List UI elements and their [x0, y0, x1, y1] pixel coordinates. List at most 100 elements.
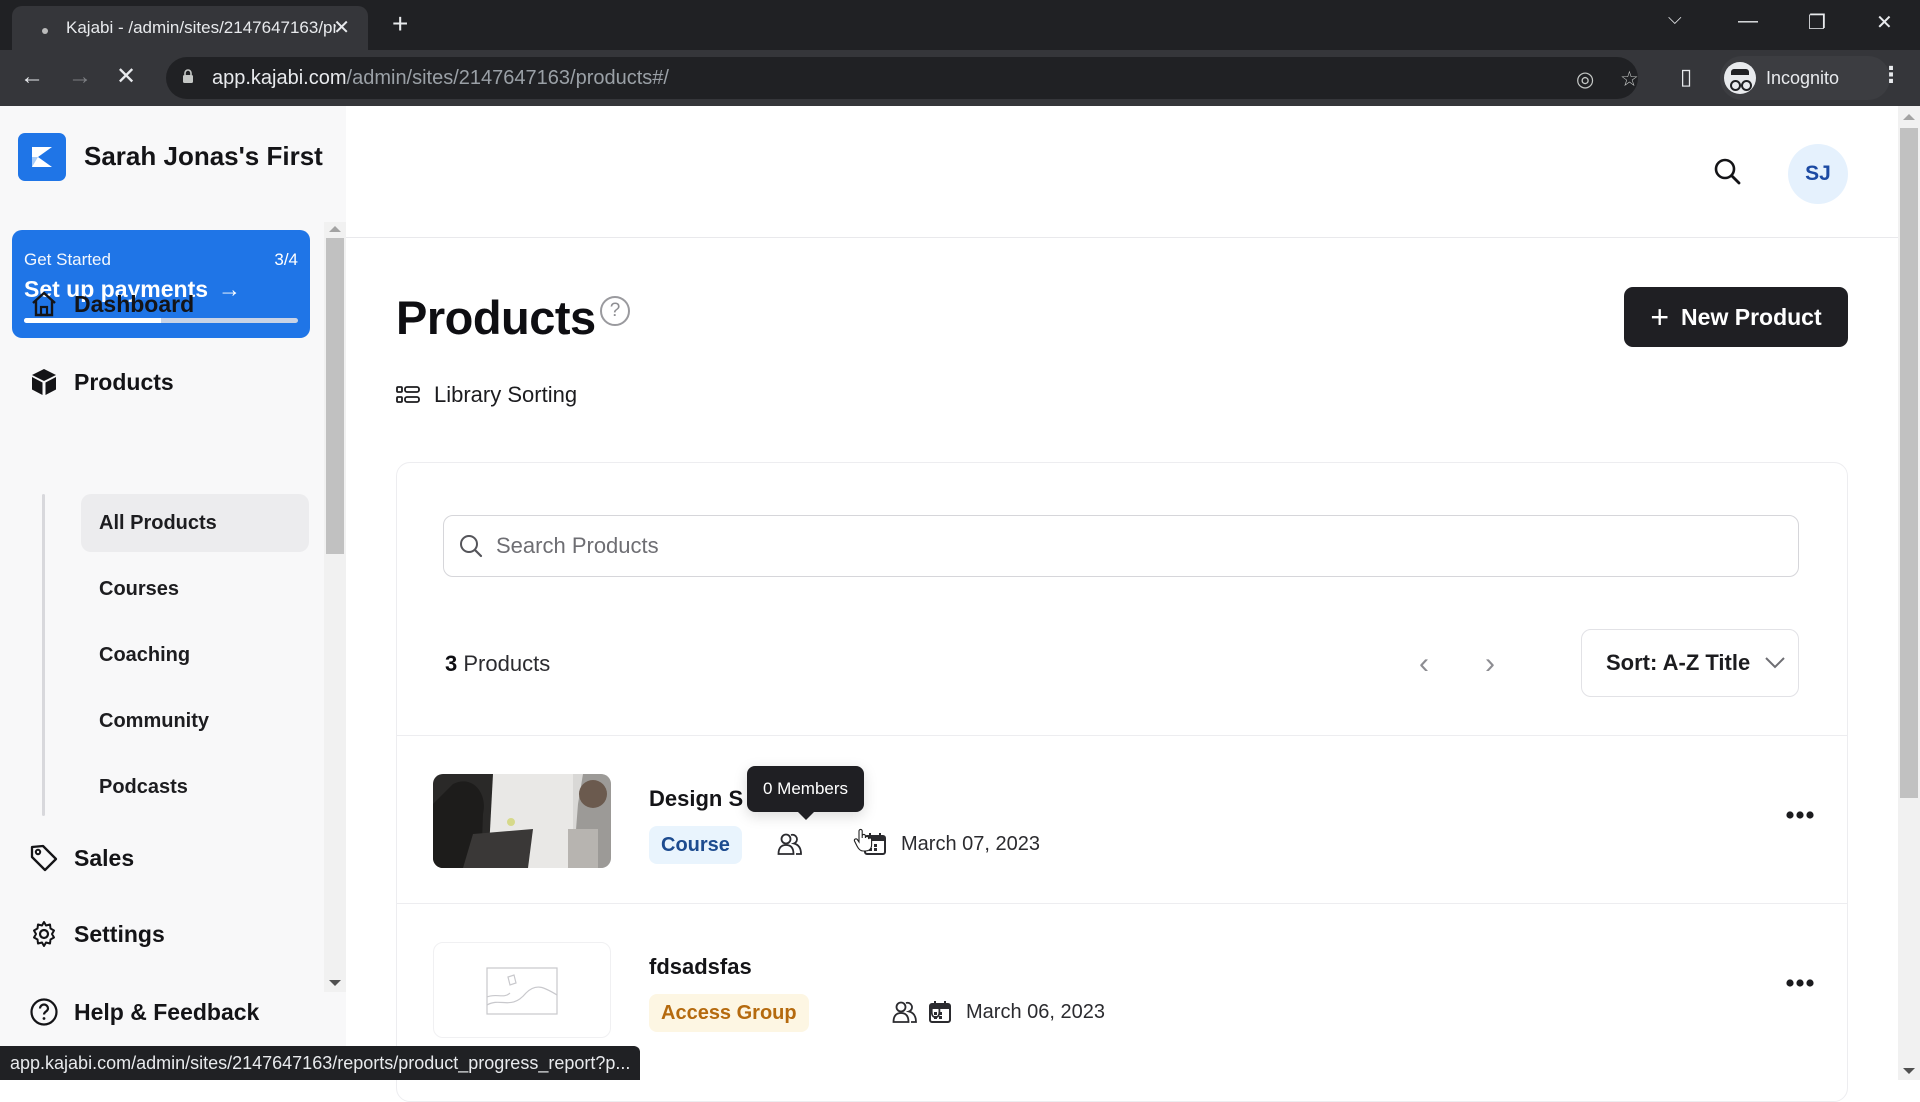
- tag-icon: [28, 842, 60, 874]
- sidebar-item-label: Sales: [74, 844, 135, 871]
- sidebar-scroll-thumb[interactable]: [326, 238, 344, 554]
- product-title[interactable]: Design S: [649, 786, 743, 812]
- products-card: 3 Products ‹ › Sort: A-Z Title: [396, 462, 1848, 1102]
- help-question-icon[interactable]: ?: [600, 296, 630, 326]
- site-name[interactable]: Sarah Jonas's First: [84, 141, 323, 172]
- get-started-card[interactable]: Get Started 3/4 Set up payments →: [12, 230, 310, 338]
- sidebar-item-products[interactable]: Products: [28, 366, 174, 398]
- sidebar-item-label: Settings: [74, 920, 165, 947]
- tab-title: Kajabi - /admin/sites/2147647163/product…: [66, 18, 336, 37]
- sort-dropdown[interactable]: Sort: A-Z Title: [1581, 629, 1799, 697]
- product-thumbnail[interactable]: [433, 942, 611, 1038]
- side-panel-icon[interactable]: ▯: [1680, 64, 1692, 90]
- product-title[interactable]: fdsadsfas: [649, 954, 752, 980]
- sidebar-subitem-coaching[interactable]: Coaching: [81, 626, 309, 684]
- product-thumbnail[interactable]: [433, 774, 611, 868]
- sidebar-subitem-all-products[interactable]: All Products: [81, 494, 309, 552]
- browser-tabstrip: Kajabi - /admin/sites/2147647163/product…: [0, 0, 1920, 50]
- help-circle-icon: [28, 996, 60, 1028]
- sidebar: Sarah Jonas's First Get Started 3/4 Set …: [0, 106, 346, 1080]
- page-scrollbar[interactable]: [1898, 106, 1920, 1080]
- product-image: [433, 774, 611, 868]
- global-search-icon[interactable]: [1712, 156, 1742, 191]
- gear-icon: [28, 918, 60, 950]
- url-text[interactable]: app.kajabi.com/admin/sites/2147647163/pr…: [212, 67, 669, 90]
- product-search-field[interactable]: [443, 515, 1799, 577]
- page-title: Products: [396, 291, 596, 344]
- scroll-down-arrow-icon[interactable]: [329, 980, 341, 986]
- next-page-chevron-icon[interactable]: ›: [1485, 649, 1495, 679]
- incognito-profile-button[interactable]: Incognito: [1720, 56, 1890, 100]
- top-bar: SJ: [346, 106, 1898, 238]
- sidebar-scrollbar[interactable]: [324, 222, 346, 992]
- more-options-icon[interactable]: [1785, 810, 1815, 820]
- scroll-up-arrow-icon[interactable]: [1903, 114, 1915, 120]
- browser-menu-icon[interactable]: ⋮: [1880, 62, 1902, 88]
- product-type-badge: Access Group: [649, 994, 809, 1032]
- sidebar-item-settings[interactable]: Settings: [28, 918, 165, 950]
- sort-label: Sort: A-Z Title: [1606, 650, 1751, 675]
- chevron-down-icon: [1765, 657, 1785, 669]
- search-icon: [460, 535, 483, 558]
- scroll-down-arrow-icon[interactable]: [1903, 1068, 1915, 1074]
- arrow-right-icon: →: [218, 276, 242, 302]
- kajabi-logo-icon: [32, 147, 52, 167]
- incognito-icon: [1724, 62, 1756, 94]
- browser-tab[interactable]: Kajabi - /admin/sites/2147647163/product…: [12, 6, 368, 50]
- lock-icon: [183, 69, 193, 83]
- sidebar-item-sales[interactable]: Sales: [28, 842, 134, 874]
- user-avatar[interactable]: SJ: [1788, 144, 1848, 204]
- page-scroll-thumb[interactable]: [1900, 128, 1918, 798]
- sidebar-subitem-courses[interactable]: Courses: [81, 560, 309, 618]
- product-date: March 06, 2023: [928, 1000, 1105, 1024]
- sidebar-subitem-podcasts[interactable]: Podcasts: [81, 758, 309, 816]
- sidebar-item-help-feedback[interactable]: Help & Feedback: [28, 996, 259, 1028]
- bookmark-star-icon[interactable]: ☆: [1620, 67, 1639, 92]
- members-icon: [777, 833, 802, 855]
- forward-icon[interactable]: →: [68, 64, 92, 90]
- minimize-icon[interactable]: —: [1738, 10, 1758, 33]
- members-icon: [892, 1001, 917, 1023]
- new-tab-button[interactable]: +: [392, 9, 408, 39]
- members-tooltip: 0 Members: [747, 766, 865, 820]
- tab-search-chevron-icon[interactable]: ⌵: [1668, 8, 1682, 29]
- get-started-count: 3/4: [274, 250, 298, 269]
- window-close-icon[interactable]: ✕: [1876, 10, 1893, 35]
- sidebar-item-label: Help & Feedback: [74, 998, 260, 1025]
- kajabi-logo[interactable]: [18, 133, 66, 181]
- image-placeholder-icon: [486, 967, 558, 1015]
- product-count: 3 Products: [445, 651, 551, 676]
- library-sorting-link[interactable]: Library Sorting: [396, 382, 577, 408]
- subnav-divider: [42, 494, 45, 816]
- restore-icon[interactable]: ❐: [1808, 10, 1826, 35]
- box-icon: [28, 366, 60, 398]
- address-bar[interactable]: app.kajabi.com/admin/sites/2147647163/pr…: [166, 57, 1639, 99]
- scroll-up-arrow-icon[interactable]: [329, 226, 341, 232]
- product-row[interactable]: Design S Course March 07, 2023 0 Members: [397, 735, 1847, 903]
- more-options-icon[interactable]: [1785, 978, 1815, 988]
- members-count[interactable]: [777, 832, 815, 856]
- prev-page-chevron-icon[interactable]: ‹: [1419, 649, 1429, 679]
- product-date-label: March 06, 2023: [966, 1000, 1105, 1023]
- product-date: March 07, 2023: [863, 832, 1040, 856]
- back-icon[interactable]: ←: [20, 64, 44, 90]
- library-sorting-label: Library Sorting: [434, 382, 578, 407]
- sidebar-subitem-community[interactable]: Community: [81, 692, 309, 750]
- get-started-label: Get Started: [24, 250, 111, 269]
- sidebar-item-dashboard[interactable]: Dashboard: [28, 288, 194, 320]
- calendar-icon: [929, 1001, 951, 1023]
- sidebar-item-label: Products: [74, 368, 174, 395]
- tab-loading-icon: [42, 28, 48, 34]
- plus-icon: +: [1650, 299, 1670, 335]
- product-search-input[interactable]: [496, 533, 1776, 559]
- product-date-label: March 07, 2023: [901, 832, 1040, 855]
- new-product-button[interactable]: + New Product: [1624, 287, 1848, 347]
- eye-off-icon[interactable]: ◎: [1576, 67, 1594, 92]
- product-type-badge: Course: [649, 826, 742, 864]
- profile-label: Incognito: [1766, 67, 1840, 88]
- stop-loading-icon[interactable]: ✕: [116, 64, 136, 90]
- tab-close-icon[interactable]: ✕: [333, 15, 350, 40]
- link-status-bar: app.kajabi.com/admin/sites/2147647163/re…: [0, 1046, 641, 1080]
- main-content: SJ Products ? + New Product Library Sort…: [346, 106, 1898, 1102]
- list-sort-icon: [396, 386, 420, 403]
